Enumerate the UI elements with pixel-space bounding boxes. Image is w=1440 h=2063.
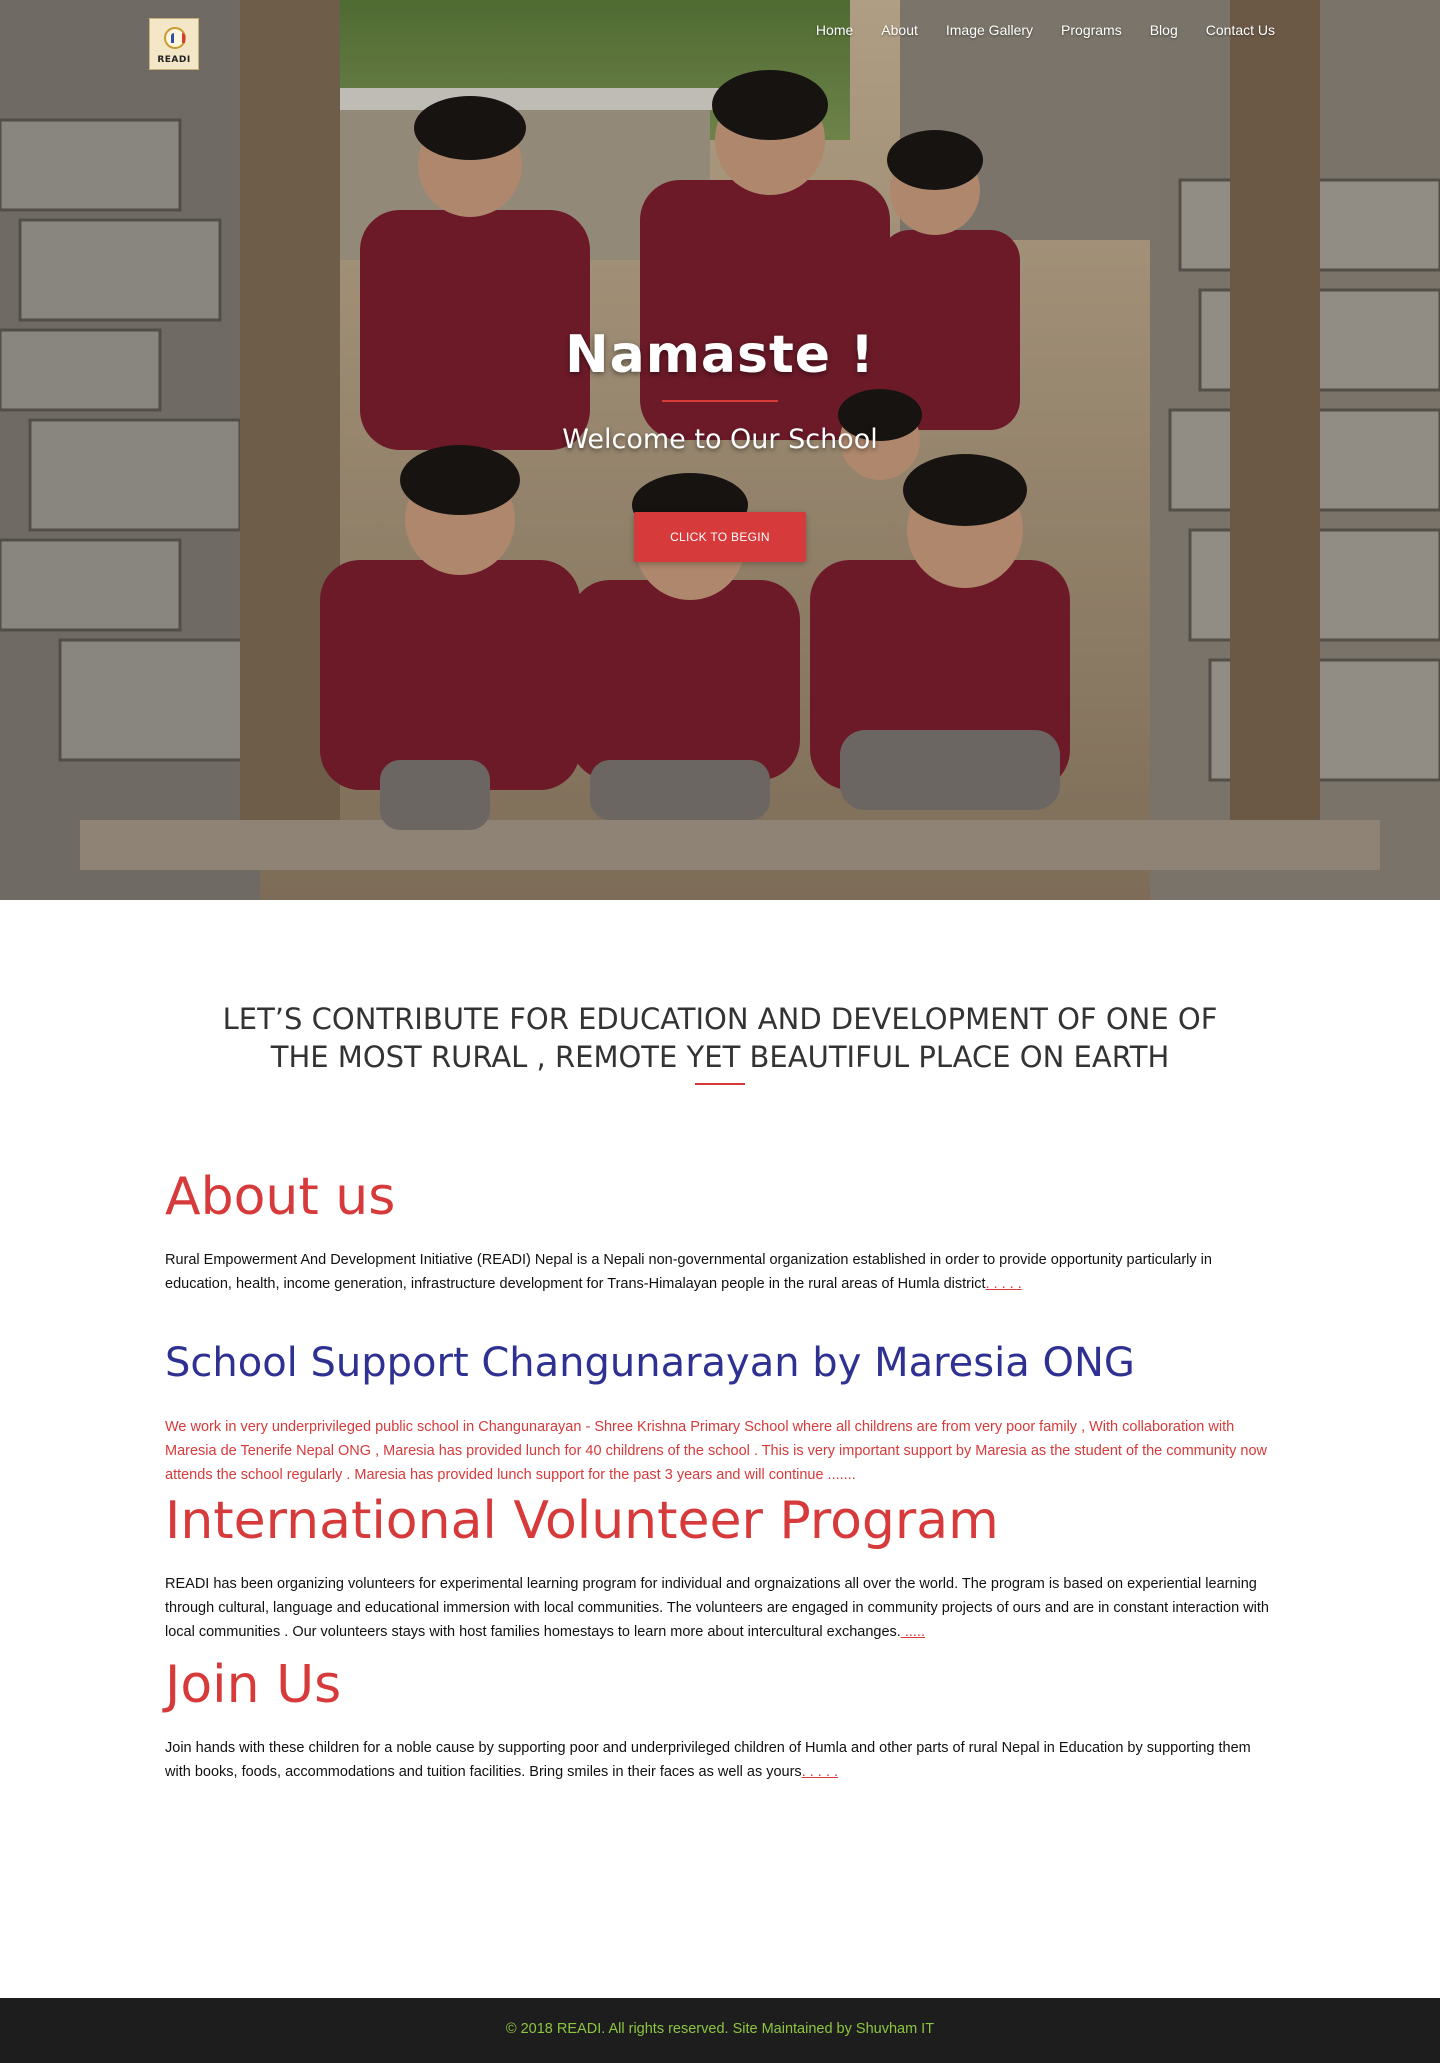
about-text: Rural Empowerment And Development Initia… bbox=[165, 1248, 1275, 1296]
hero-divider bbox=[662, 400, 778, 402]
volunteer-heading: International Volunteer Program bbox=[165, 1491, 999, 1551]
site-logo[interactable]: READI bbox=[149, 18, 199, 70]
join-body: Join hands with these children for a nob… bbox=[165, 1740, 1251, 1780]
volunteer-section: International Volunteer Program READI ha… bbox=[165, 1486, 1275, 1644]
tagline-line-1: LET’S CONTRIBUTE FOR EDUCATION AND DEVEL… bbox=[222, 1002, 1218, 1036]
nav-programs[interactable]: Programs bbox=[1061, 22, 1122, 38]
about-read-more-link[interactable]: . . . . . bbox=[985, 1276, 1021, 1292]
nav-blog[interactable]: Blog bbox=[1150, 22, 1178, 38]
nav-contact-us[interactable]: Contact Us bbox=[1206, 22, 1275, 38]
top-navigation: READI Home About Image Gallery Programs … bbox=[0, 0, 1440, 70]
logo-emblem-icon bbox=[164, 27, 186, 49]
logo-text: READI bbox=[157, 55, 191, 65]
about-section: About us Rural Empowerment And Developme… bbox=[165, 1162, 1275, 1296]
footer-copyright: © 2018 READI. All rights reserved. Site … bbox=[505, 2021, 935, 2037]
hero-title: Namaste ! bbox=[565, 325, 875, 385]
nav-about[interactable]: About bbox=[881, 22, 918, 38]
main-menu: Home About Image Gallery Programs Blog C… bbox=[788, 22, 1275, 38]
about-body: Rural Empowerment And Development Initia… bbox=[165, 1252, 1212, 1292]
hero-subtitle: Welcome to Our School bbox=[562, 424, 878, 455]
school-support-text: We work in very underprivileged public s… bbox=[165, 1419, 1267, 1483]
school-support-section: School Support Changunarayan by Maresia … bbox=[165, 1335, 1275, 1487]
hero-section: READI Home About Image Gallery Programs … bbox=[0, 0, 1440, 900]
join-section: Join Us Join hands with these children f… bbox=[165, 1650, 1275, 1784]
volunteer-body: READI has been organizing volunteers for… bbox=[165, 1576, 1269, 1640]
join-heading: Join Us bbox=[165, 1655, 342, 1715]
join-text: Join hands with these children for a nob… bbox=[165, 1736, 1275, 1784]
join-read-more-link[interactable]: . . . . . bbox=[802, 1764, 838, 1780]
tagline-divider bbox=[695, 1083, 745, 1085]
about-heading: About us bbox=[165, 1167, 396, 1227]
volunteer-text: READI has been organizing volunteers for… bbox=[165, 1572, 1275, 1644]
site-footer: © 2018 READI. All rights reserved. Site … bbox=[0, 1998, 1440, 2063]
click-to-begin-button[interactable]: CLICK TO BEGIN bbox=[634, 512, 806, 562]
mission-tagline: LET’S CONTRIBUTE FOR EDUCATION AND DEVEL… bbox=[0, 1000, 1440, 1076]
volunteer-read-more-link[interactable]: ..... bbox=[901, 1624, 925, 1640]
tagline-line-2: THE MOST RURAL , REMOTE YET BEAUTIFUL PL… bbox=[270, 1040, 1170, 1074]
nav-image-gallery[interactable]: Image Gallery bbox=[946, 22, 1033, 38]
nav-home[interactable]: Home bbox=[816, 22, 853, 38]
school-support-heading: School Support Changunarayan by Maresia … bbox=[165, 1340, 1135, 1386]
